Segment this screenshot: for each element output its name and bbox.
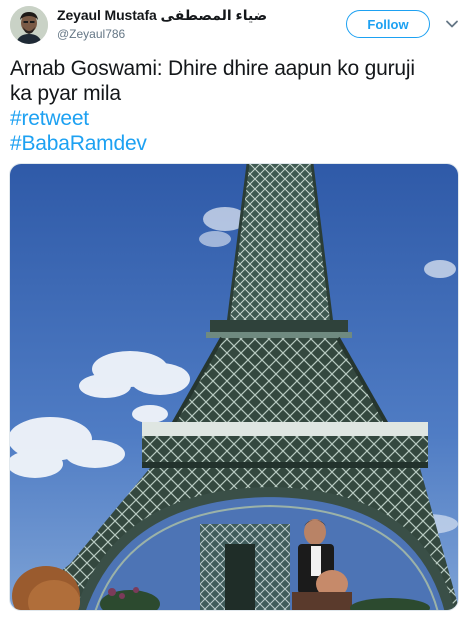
hashtag-retweet[interactable]: #retweet [10, 106, 466, 131]
tweet-text-line: ka pyar mila [10, 82, 121, 105]
author-handle[interactable]: @Zeyaul786 [57, 27, 125, 41]
tweet-photo[interactable] [9, 163, 459, 611]
tweet-text-line: Arnab Goswami: Dhire dhire aapun ko guru… [10, 57, 415, 80]
chevron-down-icon[interactable] [443, 15, 461, 33]
follow-button[interactable]: Follow [346, 10, 430, 38]
hashtag-babaramdev[interactable]: #BabaRamdev [10, 131, 466, 156]
person-avatar-icon [10, 6, 48, 44]
eiffel-tower-photo [10, 164, 458, 610]
tweet-card: Zeyaul Mustafa ضياء المصطفى @Zeyaul786 F… [0, 0, 474, 619]
author-display-name[interactable]: Zeyaul Mustafa ضياء المصطفى [57, 7, 267, 24]
author-avatar[interactable] [10, 6, 48, 44]
tweet-text: Arnab Goswami: Dhire dhire aapun ko guru… [10, 56, 466, 156]
